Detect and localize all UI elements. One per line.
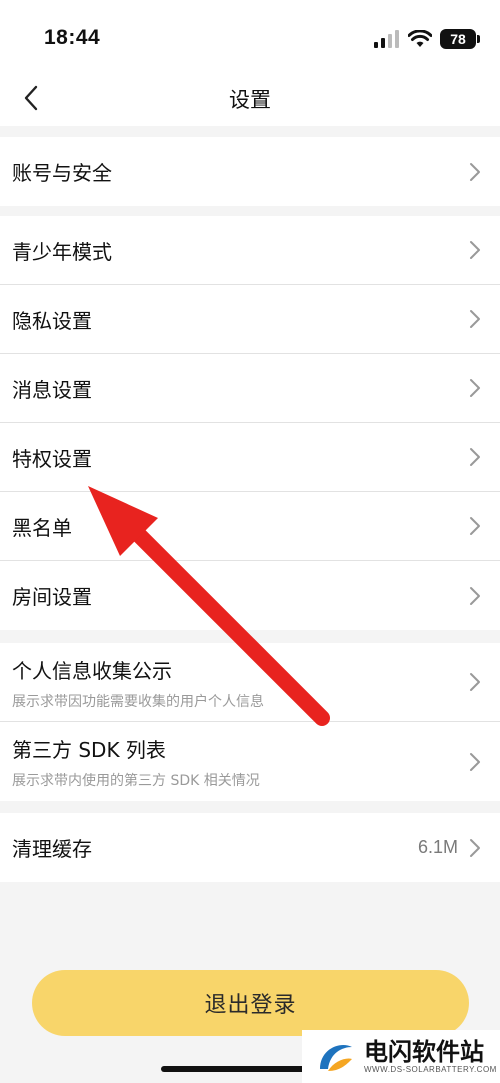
settings-group-account: 账号与安全 [0, 137, 500, 206]
settings-item-label: 特权设置 [12, 447, 92, 471]
chevron-right-icon [470, 241, 480, 259]
chevron-right-icon [470, 448, 480, 466]
settings-item-personal-info[interactable]: 个人信息收集公示 展示求带因功能需要收集的用户个人信息 [0, 643, 500, 722]
chevron-right-icon [470, 586, 480, 605]
page-title: 设置 [229, 88, 271, 112]
settings-group-general: 青少年模式 隐私设置 消息设置 特权设置 黑名单 房间设置 [0, 216, 500, 630]
logout-button[interactable]: 退出登录 [32, 970, 469, 1036]
settings-item-label: 清理缓存 [12, 837, 92, 861]
status-time: 18:44 [44, 26, 101, 49]
settings-group-cache: 清理缓存 6.1M [0, 813, 500, 882]
settings-item-description: 展示求带因功能需要收集的用户个人信息 [12, 694, 264, 710]
wifi-icon [408, 30, 432, 47]
settings-item-account-security[interactable]: 账号与安全 [0, 137, 500, 206]
settings-item-room[interactable]: 房间设置 [0, 561, 500, 630]
status-icons: 78 [374, 28, 480, 50]
settings-item-privacy[interactable]: 隐私设置 [0, 285, 500, 354]
chevron-right-icon [470, 379, 480, 397]
settings-item-description: 展示求带内使用的第三方 SDK 相关情况 [12, 773, 260, 789]
cellular-signal-icon [374, 30, 399, 48]
chevron-right-icon [470, 752, 480, 771]
settings-item-youth-mode[interactable]: 青少年模式 [0, 216, 500, 285]
watermark: 电闪软件站 WWW.DS-SOLARBATTERY.COM [302, 1030, 500, 1083]
settings-item-label: 个人信息收集公示 [12, 659, 172, 683]
settings-item-privileges[interactable]: 特权设置 [0, 423, 500, 492]
settings-item-messages[interactable]: 消息设置 [0, 354, 500, 423]
settings-item-label: 账号与安全 [12, 161, 112, 185]
settings-group-disclosure: 个人信息收集公示 展示求带因功能需要收集的用户个人信息 第三方 SDK 列表 展… [0, 643, 500, 801]
watermark-logo-icon [320, 1044, 352, 1071]
settings-item-blacklist[interactable]: 黑名单 [0, 492, 500, 561]
settings-item-clear-cache[interactable]: 清理缓存 6.1M [0, 813, 500, 882]
settings-item-label: 第三方 SDK 列表 [12, 738, 166, 762]
chevron-right-icon [470, 162, 480, 181]
watermark-url: WWW.DS-SOLARBATTERY.COM [364, 1065, 497, 1074]
chevron-right-icon [470, 310, 480, 328]
status-bar: 18:44 78 [0, 0, 500, 80]
settings-item-label: 黑名单 [12, 516, 72, 540]
chevron-right-icon [470, 517, 480, 535]
watermark-text: 电闪软件站 WWW.DS-SOLARBATTERY.COM [364, 1039, 497, 1074]
cache-size-value: 6.1M [417, 837, 458, 857]
settings-item-label: 房间设置 [12, 585, 92, 609]
chevron-right-icon [470, 673, 480, 691]
battery-indicator: 78 [440, 29, 480, 49]
battery-level: 78 [450, 31, 466, 47]
chevron-right-icon [470, 838, 480, 857]
settings-item-label: 青少年模式 [12, 240, 112, 264]
watermark-title: 电闪软件站 [364, 1038, 484, 1066]
settings-item-third-party-sdk[interactable]: 第三方 SDK 列表 展示求带内使用的第三方 SDK 相关情况 [0, 722, 500, 801]
nav-bar: 设置 [0, 80, 500, 126]
settings-item-label: 消息设置 [12, 378, 92, 402]
settings-item-label: 隐私设置 [12, 309, 92, 333]
